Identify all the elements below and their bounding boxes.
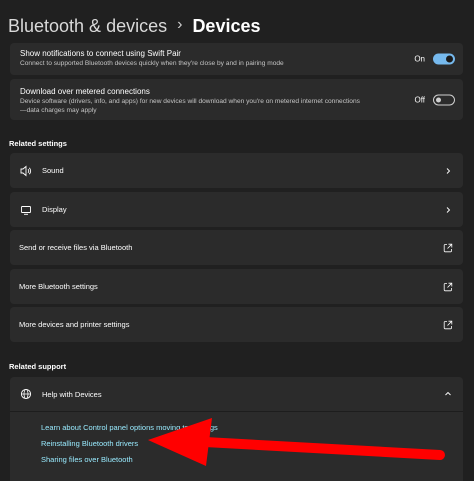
globe-icon	[19, 387, 33, 401]
sidebar-item-display[interactable]: Display	[10, 192, 463, 227]
external-link-icon	[442, 319, 454, 331]
metered-toggle-group: Off	[414, 94, 455, 105]
breadcrumb-chevron-icon: ›	[177, 16, 183, 33]
metered-download-description: Device software (drivers, info, and apps…	[20, 98, 360, 105]
link-control-panel-options[interactable]: Learn about Control panel options moving…	[41, 420, 463, 436]
page-title: Devices	[192, 16, 261, 36]
help-with-devices-header[interactable]: Help with Devices	[10, 377, 463, 411]
related-settings-heading: Related settings	[9, 139, 67, 148]
help-with-devices-label: Help with Devices	[42, 389, 102, 399]
send-receive-files-label: Send or receive files via Bluetooth	[19, 243, 133, 252]
display-label: Display	[42, 205, 67, 214]
related-support-heading: Related support	[9, 362, 67, 371]
sidebar-item-sound[interactable]: Sound	[10, 153, 463, 188]
metered-download-description-cont: —data charges may apply	[20, 107, 97, 114]
chevron-right-icon	[442, 165, 454, 177]
swift-pair-title: Show notifications to connect using Swif…	[20, 49, 181, 58]
chevron-right-icon	[442, 204, 454, 216]
swift-pair-toggle-label: On	[414, 54, 425, 64]
help-with-devices-expander: Help with Devices Learn about Control pa…	[10, 377, 463, 481]
swift-pair-toggle[interactable]	[433, 53, 455, 65]
swift-pair-description: Connect to supported Bluetooth devices q…	[20, 60, 284, 67]
metered-toggle-label: Off	[414, 95, 425, 104]
swift-pair-toggle-group: On	[414, 53, 455, 65]
chevron-up-icon	[442, 388, 454, 400]
speaker-icon	[19, 164, 33, 178]
external-link-icon	[442, 281, 454, 293]
send-receive-files-item[interactable]: Send or receive files via Bluetooth	[10, 230, 463, 265]
external-link-icon	[442, 242, 454, 254]
more-devices-printer-settings-label: More devices and printer settings	[19, 320, 130, 329]
more-devices-printer-settings-item[interactable]: More devices and printer settings	[10, 307, 463, 342]
breadcrumb: Bluetooth & devices › Devices	[8, 14, 261, 38]
monitor-icon	[19, 203, 33, 217]
metered-toggle[interactable]	[433, 94, 455, 105]
link-reinstalling-bluetooth-drivers[interactable]: Reinstalling Bluetooth drivers	[41, 436, 463, 452]
help-links-list: Learn about Control panel options moving…	[10, 411, 463, 468]
swift-pair-setting: Show notifications to connect using Swif…	[10, 43, 463, 75]
breadcrumb-parent[interactable]: Bluetooth & devices	[8, 14, 167, 38]
more-bluetooth-settings-item[interactable]: More Bluetooth settings	[10, 269, 463, 304]
metered-download-title: Download over metered connections	[20, 87, 150, 96]
more-bluetooth-settings-label: More Bluetooth settings	[19, 282, 98, 291]
metered-download-setting: Download over metered connections Device…	[10, 79, 463, 120]
sound-label: Sound	[42, 166, 64, 175]
link-sharing-files-bluetooth[interactable]: Sharing files over Bluetooth	[41, 452, 463, 468]
